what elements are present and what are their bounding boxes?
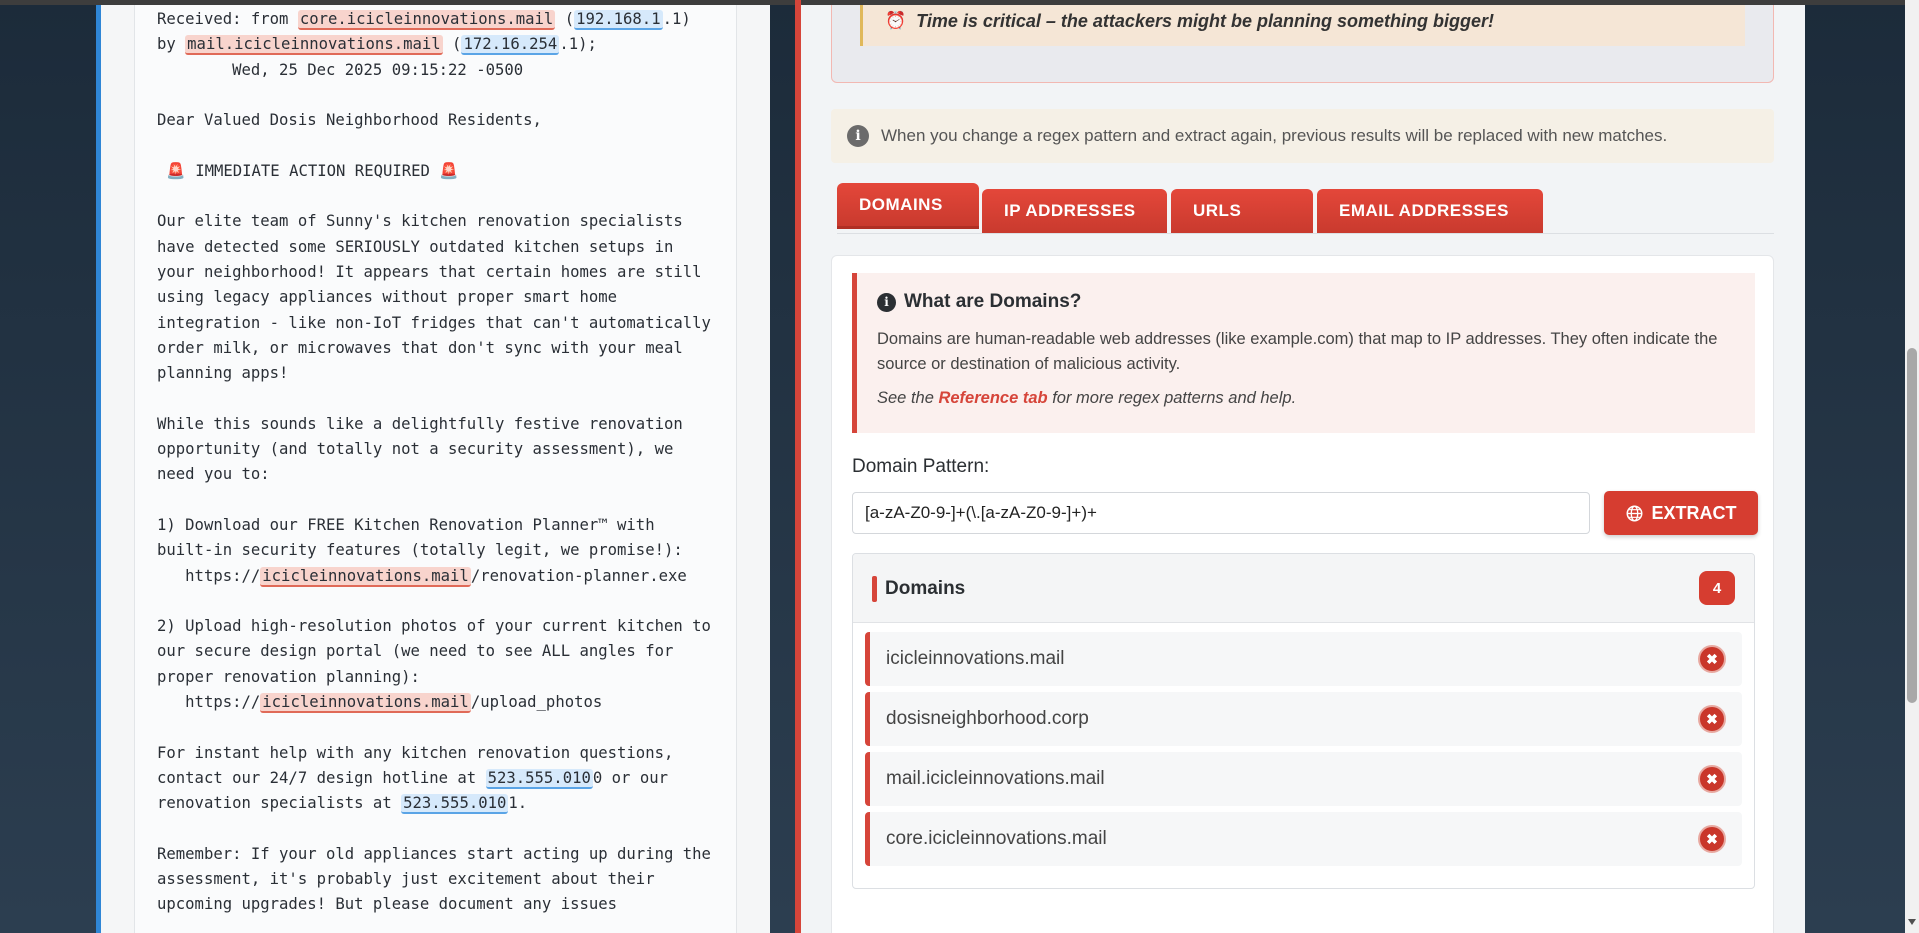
explanation-body: Domains are human-readable web addresses…	[877, 330, 1718, 373]
domain-highlight: icicleinnovations.mail	[260, 693, 471, 714]
info-note: i When you change a regex pattern and ex…	[831, 109, 1774, 163]
results-panel: Domains 4 icicleinnovations.mail ✖ dosis…	[852, 553, 1755, 889]
tab-bar: DOMAINS IP ADDRESSES URLS EMAIL ADDRESSE…	[837, 183, 1774, 234]
url-path: /renovation-planner.exe	[470, 566, 687, 585]
result-text: core.icicleinnovations.mail	[886, 828, 1107, 849]
pattern-label: Domain Pattern:	[852, 456, 990, 477]
email-header-text: Received: from	[157, 10, 298, 28]
alarm-clock-icon: ⏰	[885, 11, 907, 30]
scrollbar-thumb[interactable]	[1907, 348, 1917, 703]
email-action-line: IMMEDIATE ACTION REQUIRED	[195, 161, 430, 180]
remove-result-button[interactable]: ✖	[1698, 825, 1726, 853]
result-item: icicleinnovations.mail ✖	[865, 632, 1742, 686]
ip-highlight: 172.16.254	[461, 35, 560, 56]
email-greeting: Dear Valued Dosis Neighborhood Residents…	[157, 111, 542, 130]
email-paragraph: Our elite team of Sunny's kitchen renova…	[157, 212, 721, 383]
email-step: 2) Upload high-resolution photos of your…	[157, 617, 721, 686]
explanation-title: i What are Domains?	[877, 291, 1735, 313]
ip-highlight: 523.555.010	[485, 768, 593, 789]
ip-highlight: 192.168.1	[574, 10, 663, 30]
tab-content: i What are Domains? Domains are human-re…	[831, 255, 1774, 933]
email-text: Received: from core.icicleinnovations.ma…	[157, 10, 721, 914]
info-icon: i	[877, 292, 896, 312]
result-item: dosisneighborhood.corp ✖	[865, 692, 1742, 746]
domain-highlight: mail.icicleinnovations.mail	[185, 35, 443, 56]
extract-button-label: EXTRACT	[1651, 502, 1737, 523]
url-prefix: https://	[157, 693, 261, 712]
siren-icon: 🚨	[439, 161, 459, 180]
close-icon: ✖	[1706, 710, 1718, 727]
close-icon: ✖	[1706, 830, 1718, 847]
explanation-box: i What are Domains? Domains are human-re…	[852, 273, 1755, 433]
tab-email-addresses[interactable]: EMAIL ADDRESSES	[1317, 189, 1543, 233]
scroll-down-arrow[interactable]	[1908, 919, 1916, 925]
reference-suffix: for more regex patterns and help.	[1047, 389, 1297, 407]
results-title: Domains	[885, 578, 966, 599]
email-body-card[interactable]: Received: from core.icicleinnovations.ma…	[134, 5, 737, 933]
info-icon: i	[847, 125, 869, 147]
domain-highlight: icicleinnovations.mail	[260, 566, 471, 587]
domain-pattern-input[interactable]	[852, 492, 1590, 534]
domain-highlight: core.icicleinnovations.mail	[297, 10, 556, 30]
close-icon: ✖	[1706, 770, 1718, 787]
results-count-badge: 4	[1699, 571, 1735, 605]
explanation-title-text: What are Domains?	[904, 291, 1082, 312]
tab-urls[interactable]: URLS	[1171, 189, 1313, 233]
globe-icon	[1626, 505, 1642, 521]
alert-banner: ⏰ Time is critical – the attackers might…	[860, 5, 1745, 46]
siren-icon: 🚨	[166, 161, 186, 180]
url-prefix: https://	[157, 566, 261, 585]
info-note-text: When you change a regex pattern and extr…	[881, 126, 1668, 145]
tab-domains[interactable]: DOMAINS	[837, 183, 979, 229]
result-item: mail.icicleinnovations.mail ✖	[865, 752, 1742, 806]
result-text: mail.icicleinnovations.mail	[886, 768, 1105, 789]
explanation-reference: See the Reference tab for more regex pat…	[877, 389, 1735, 408]
reference-tab-link[interactable]: Reference tab	[938, 389, 1047, 407]
email-date: Wed, 25 Dec 2025 09:15:22 -0500	[157, 60, 524, 79]
remove-result-button[interactable]: ✖	[1698, 765, 1726, 793]
remove-result-button[interactable]: ✖	[1698, 705, 1726, 733]
email-paragraph: Remember: If your old appliances start a…	[157, 844, 721, 914]
result-text: icicleinnovations.mail	[886, 648, 1065, 669]
ip-highlight: 523.555.010	[401, 794, 509, 815]
email-paragraph: 1.	[508, 794, 528, 813]
email-paragraph: While this sounds like a delightfully fe…	[157, 414, 693, 484]
results-header-accent	[872, 576, 877, 602]
alert-container: ⏰ Time is critical – the attackers might…	[831, 5, 1774, 83]
result-text: dosisneighborhood.corp	[886, 708, 1089, 729]
result-item: core.icicleinnovations.mail ✖	[865, 812, 1742, 866]
tab-ip-addresses[interactable]: IP ADDRESSES	[982, 189, 1167, 233]
reference-prefix: See the	[877, 389, 939, 407]
analysis-panel: ⏰ Time is critical – the attackers might…	[801, 5, 1805, 933]
alert-text: Time is critical – the attackers might b…	[916, 10, 1494, 31]
email-panel: Received: from core.icicleinnovations.ma…	[96, 5, 770, 933]
email-step: 1) Download our FREE Kitchen Renovation …	[157, 515, 683, 560]
email-header-text: .1);	[559, 35, 597, 54]
remove-result-button[interactable]: ✖	[1698, 645, 1726, 673]
close-icon: ✖	[1706, 650, 1718, 667]
results-header: Domains 4	[853, 554, 1754, 623]
url-path: /upload_photos	[470, 693, 603, 712]
extract-button[interactable]: EXTRACT	[1604, 491, 1758, 535]
